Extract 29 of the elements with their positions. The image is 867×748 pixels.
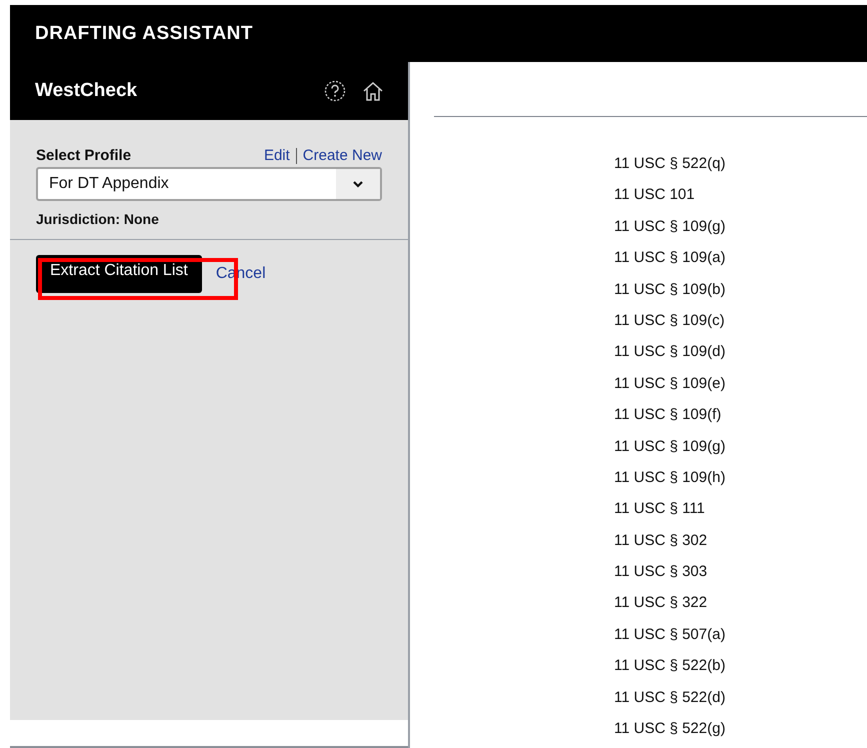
citation-text: 11 USC § 109(b)	[614, 280, 726, 300]
citation-text: 11 USC § 302	[614, 530, 708, 551]
citation-text: 11 USC § 109(g)	[614, 436, 726, 457]
citation-text: 11 USC 101	[614, 185, 696, 206]
profile-label: Select Profile	[36, 147, 132, 164]
citation-text: 11 USC § 522(d)	[614, 688, 726, 708]
citation-text: 11 USC § 522(q)	[614, 154, 726, 174]
panel-title: WestCheck	[35, 80, 138, 102]
citation-text: 11 USC § 109(a)	[614, 248, 726, 268]
app-title: DRAFTING ASSISTANT	[35, 22, 253, 44]
citation-text: 11 USC § 111	[614, 499, 706, 520]
citation-text: 11 USC § 322	[614, 593, 708, 614]
citation-text: 11 USC § 522(b)	[614, 656, 726, 676]
citation-text: 11 USC § 109(h)	[614, 468, 726, 488]
citation-text: 11 USC § 109(g)	[614, 216, 726, 237]
citation-text: 11 USC § 303	[614, 562, 708, 582]
profile-dropdown[interactable]: For DT Appendix	[36, 167, 382, 201]
citation-text: 11 USC § 109(f)	[614, 405, 722, 426]
citation-text: 11 USC § 109(e)	[614, 374, 726, 394]
citation-text: 11 USC § 109(c)	[614, 310, 726, 331]
home-icon[interactable]	[362, 80, 384, 102]
help-icon[interactable]	[324, 80, 346, 102]
jurisdiction-text: Jurisdiction: None	[36, 211, 160, 227]
profile-link[interactable]: Edit	[264, 147, 290, 164]
caret-icon	[353, 180, 363, 188]
profile-link[interactable]: Create New	[302, 147, 382, 164]
citation-text: 11 USC § 522(g)	[614, 719, 726, 740]
citation-text: 11 USC § 109(d)	[614, 342, 726, 362]
citation-text: 11 USC § 507(a)	[614, 624, 726, 645]
